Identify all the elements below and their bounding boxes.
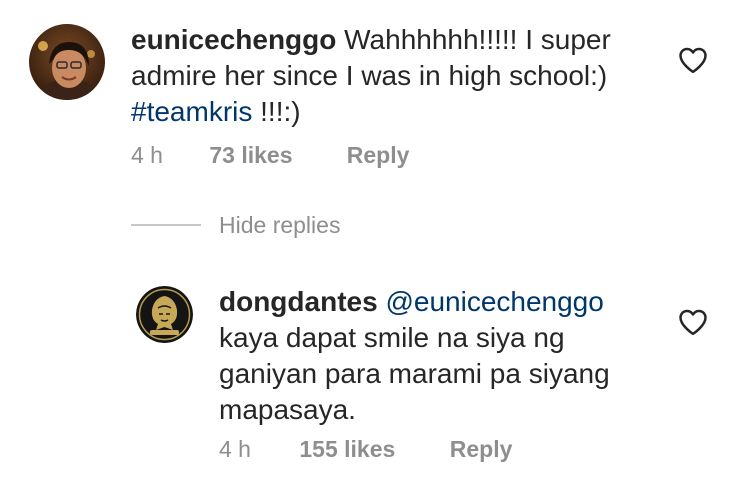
reply-text: kaya dapat smile na siya ng ganiyan para… [219, 322, 610, 425]
heart-outline-icon [679, 309, 707, 336]
comment-time: 4 h [131, 142, 163, 168]
reply-body: dongdantes @eunicechenggo kaya dapat smi… [219, 284, 639, 428]
comment-reply-button[interactable]: Reply [347, 141, 410, 169]
comment-body: eunicechenggo Wahhhhhh!!!!! I super admi… [131, 22, 651, 130]
reply-time: 4 h [219, 436, 251, 462]
hide-replies-button[interactable]: Hide replies [219, 211, 340, 239]
avatar-dongdantes[interactable] [136, 286, 193, 343]
reply-username[interactable]: dongdantes [219, 286, 378, 317]
reply-mention[interactable]: @eunicechenggo [385, 286, 603, 317]
comment-hashtag[interactable]: #teamkris [131, 96, 252, 127]
like-reply-button[interactable] [678, 308, 708, 336]
comment-likes[interactable]: 73 likes [209, 141, 340, 169]
like-comment-button[interactable] [678, 46, 708, 74]
comment-username[interactable]: eunicechenggo [131, 24, 336, 55]
comment-suffix: !!!:) [260, 96, 301, 127]
reply-meta: 4 h 155 likes Reply [219, 435, 512, 463]
reply-reply-button[interactable]: Reply [450, 435, 513, 463]
avatar-eunicechenggo[interactable] [29, 24, 105, 100]
comment-meta: 4 h 73 likes Reply [131, 141, 409, 169]
reply-likes[interactable]: 155 likes [299, 435, 443, 463]
heart-outline-icon [679, 47, 707, 74]
replies-divider [131, 224, 201, 226]
